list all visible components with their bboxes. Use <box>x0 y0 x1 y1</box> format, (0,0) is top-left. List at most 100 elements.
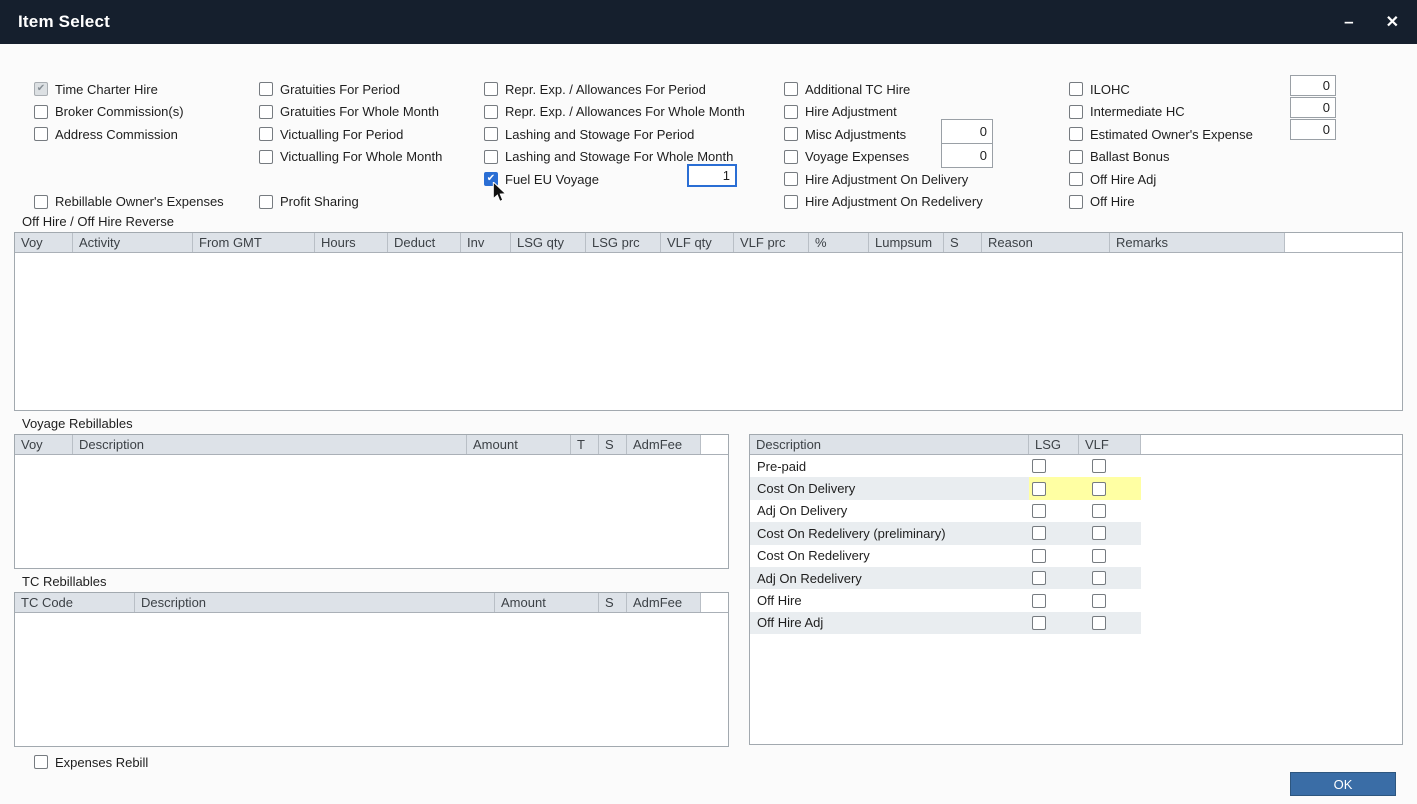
ballast-bonus-checkbox[interactable] <box>1069 150 1083 164</box>
column-header: LSG qty <box>511 233 586 252</box>
vlf-cell <box>1079 500 1141 522</box>
table-row: Off Hire Adj <box>750 612 1141 634</box>
checkbox-row: Off Hire <box>1069 191 1253 214</box>
checkbox-label: Repr. Exp. / Allowances For Whole Month <box>505 104 745 119</box>
column-header: AdmFee <box>627 593 701 612</box>
voyage-expenses-input[interactable] <box>941 143 993 168</box>
cost-on-redelivery-preliminary-lsg-checkbox[interactable] <box>1032 526 1046 540</box>
checkbox-label: Gratuities For Period <box>280 82 400 97</box>
lsg-cell <box>1029 545 1079 567</box>
cost-table-header: Description LSG VLF <box>750 435 1402 455</box>
prepaid-lsg-checkbox[interactable] <box>1032 459 1046 473</box>
off-hire-adj-lsg-checkbox[interactable] <box>1032 616 1046 630</box>
gratuities-for-period-checkbox[interactable] <box>259 82 273 96</box>
additional-tc-hire-checkbox[interactable] <box>784 82 798 96</box>
cost-allocation-table: Description LSG VLF Pre-paid Cost On Del… <box>749 434 1403 745</box>
ilohc-checkbox[interactable] <box>1069 82 1083 96</box>
column-header: VLF prc <box>734 233 809 252</box>
hire-adjustment-checkbox[interactable] <box>784 105 798 119</box>
cost-on-redelivery-lsg-checkbox[interactable] <box>1032 549 1046 563</box>
estimated-owners-expense-input[interactable] <box>1290 119 1336 140</box>
repr-exp-allowances-for-whole-month-checkbox[interactable] <box>484 105 498 119</box>
row-label: Off Hire Adj <box>750 615 1029 630</box>
repr-exp-allowances-for-period-checkbox[interactable] <box>484 82 498 96</box>
off-hire-adj-vlf-checkbox[interactable] <box>1092 616 1106 630</box>
minimize-icon[interactable]: – <box>1344 12 1353 32</box>
column-header: % <box>809 233 869 252</box>
adj-on-delivery-vlf-checkbox[interactable] <box>1092 504 1106 518</box>
column-header: Inv <box>461 233 511 252</box>
rebillable-owners-expenses-checkbox[interactable] <box>34 195 48 209</box>
header-filler <box>1141 435 1402 454</box>
cost-on-delivery-lsg-checkbox[interactable] <box>1032 482 1046 496</box>
adj-on-redelivery-lsg-checkbox[interactable] <box>1032 571 1046 585</box>
ilohc-input[interactable] <box>1290 75 1336 96</box>
column-header: Amount <box>467 435 571 454</box>
column-header: S <box>599 435 627 454</box>
misc-adjustments-checkbox[interactable] <box>784 127 798 141</box>
adj-on-delivery-lsg-checkbox[interactable] <box>1032 504 1046 518</box>
column-header: Description <box>750 435 1029 454</box>
lashing-and-stowage-for-period-checkbox[interactable] <box>484 127 498 141</box>
intermediate-hc-input[interactable] <box>1290 97 1336 118</box>
prepaid-vlf-checkbox[interactable] <box>1092 459 1106 473</box>
checkbox-label: Off Hire Adj <box>1090 172 1156 187</box>
hire-adjustment-on-redelivery-checkbox[interactable] <box>784 195 798 209</box>
checkbox-row: Expenses Rebill <box>34 751 148 774</box>
hire-adjustment-on-delivery-checkbox[interactable] <box>784 172 798 186</box>
fuel-eu-voyage-input[interactable] <box>687 164 737 187</box>
cost-on-delivery-vlf-checkbox[interactable] <box>1092 482 1106 496</box>
table-row: Cost On Delivery <box>750 477 1141 499</box>
cost-on-redelivery-vlf-checkbox[interactable] <box>1092 549 1106 563</box>
column-header: Reason <box>982 233 1110 252</box>
column-header: S <box>944 233 982 252</box>
ok-button[interactable]: OK <box>1290 772 1396 796</box>
column-header: VLF qty <box>661 233 734 252</box>
off-hire-checkbox[interactable] <box>1069 195 1083 209</box>
column-header: Activity <box>73 233 193 252</box>
checkbox-row: ILOHC <box>1069 78 1253 101</box>
broker-commissions-checkbox[interactable] <box>34 105 48 119</box>
checkbox-label: Victualling For Whole Month <box>280 149 442 164</box>
checkbox-label: Off Hire <box>1090 194 1135 209</box>
vlf-cell <box>1079 522 1141 544</box>
adj-on-redelivery-vlf-checkbox[interactable] <box>1092 571 1106 585</box>
vlf-cell <box>1079 545 1141 567</box>
tc-rebillables-header: TC Code Description Amount S AdmFee <box>15 593 728 613</box>
off-hire-lsg-checkbox[interactable] <box>1032 594 1046 608</box>
checkbox-label: Rebillable Owner's Expenses <box>55 194 224 209</box>
address-commission-checkbox[interactable] <box>34 127 48 141</box>
misc-adjustments-input[interactable] <box>941 119 993 144</box>
off-hire-adj-checkbox[interactable] <box>1069 172 1083 186</box>
fuel-eu-voyage-checkbox[interactable] <box>484 172 498 186</box>
column-header: Voy <box>15 233 73 252</box>
checkbox-row: Repr. Exp. / Allowances For Whole Month <box>484 101 745 124</box>
close-icon[interactable]: ✕ <box>1386 12 1399 32</box>
gratuities-for-whole-month-checkbox[interactable] <box>259 105 273 119</box>
column-header: VLF <box>1079 435 1141 454</box>
vlf-cell <box>1079 477 1141 499</box>
victualling-for-whole-month-checkbox[interactable] <box>259 150 273 164</box>
spacer <box>34 146 224 191</box>
row-label: Adj On Delivery <box>750 503 1029 518</box>
estimated-owners-expense-checkbox[interactable] <box>1069 127 1083 141</box>
checkbox-label: Time Charter Hire <box>55 82 158 97</box>
cost-on-redelivery-preliminary-vlf-checkbox[interactable] <box>1092 526 1106 540</box>
checkbox-row: Rebillable Owner's Expenses <box>34 191 224 214</box>
victualling-for-period-checkbox[interactable] <box>259 127 273 141</box>
checkbox-label: Estimated Owner's Expense <box>1090 127 1253 142</box>
offhire-table-header: Voy Activity From GMT Hours Deduct Inv L… <box>15 233 1402 253</box>
lsg-cell <box>1029 455 1079 477</box>
checkbox-row: Victualling For Whole Month <box>259 146 442 169</box>
time-charter-hire-checkbox[interactable] <box>34 82 48 96</box>
intermediate-hc-checkbox[interactable] <box>1069 105 1083 119</box>
column-header: From GMT <box>193 233 315 252</box>
profit-sharing-checkbox[interactable] <box>259 195 273 209</box>
expenses-rebill-checkbox[interactable] <box>34 755 48 769</box>
off-hire-vlf-checkbox[interactable] <box>1092 594 1106 608</box>
lashing-and-stowage-for-whole-month-checkbox[interactable] <box>484 150 498 164</box>
checkbox-row: Estimated Owner's Expense <box>1069 123 1253 146</box>
lsg-cell <box>1029 589 1079 611</box>
voyage-expenses-checkbox[interactable] <box>784 150 798 164</box>
column-header: Hours <box>315 233 388 252</box>
